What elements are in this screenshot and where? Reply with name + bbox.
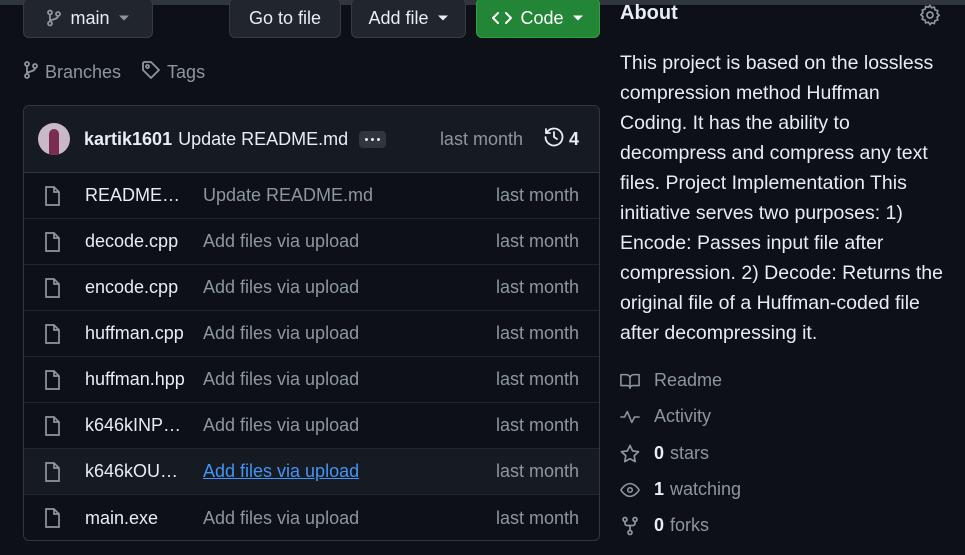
file-commit-message[interactable]: Add files via upload bbox=[203, 323, 359, 344]
file-icon bbox=[44, 231, 66, 252]
about-description: This project is based on the lossless co… bbox=[620, 52, 943, 344]
avatar[interactable] bbox=[38, 123, 70, 155]
forks-label: forks bbox=[670, 515, 710, 535]
file-name[interactable]: decode.cpp bbox=[85, 231, 185, 252]
branch-select-button[interactable]: main bbox=[23, 0, 153, 38]
tag-icon bbox=[141, 60, 161, 85]
readme-label: Readme bbox=[654, 370, 723, 390]
code-button[interactable]: Code bbox=[476, 0, 600, 38]
ref-links: Branches Tags bbox=[23, 60, 225, 84]
file-commit-time: last month bbox=[495, 507, 579, 528]
file-name[interactable]: k646kOUTPUT bbox=[85, 461, 185, 482]
book-icon bbox=[620, 372, 640, 390]
tags-link[interactable]: Tags bbox=[141, 60, 205, 85]
commit-time: last month bbox=[439, 128, 523, 149]
file-row[interactable]: k646kOUTPUT Add files via upload last mo… bbox=[24, 449, 599, 495]
git-branch-icon bbox=[23, 60, 39, 85]
file-commit-message[interactable]: Add files via upload bbox=[203, 369, 359, 390]
chevron-down-icon bbox=[572, 14, 584, 22]
file-commit-time: last month bbox=[495, 231, 579, 251]
file-commit-message[interactable]: Add files via upload bbox=[203, 508, 359, 529]
file-commit-time: last month bbox=[495, 369, 579, 389]
add-file-button[interactable]: Add file bbox=[351, 0, 466, 38]
file-commit-time: last month bbox=[495, 461, 579, 481]
file-row[interactable]: huffman.cpp Add files via upload last mo… bbox=[24, 311, 599, 357]
file-browser: kartik1601 Update README.md last month 4… bbox=[23, 105, 600, 541]
history-icon bbox=[543, 126, 565, 153]
file-name[interactable]: huffman.hpp bbox=[85, 369, 185, 390]
readme-link[interactable]: Readme bbox=[620, 370, 722, 391]
file-row[interactable]: k646kINPUT Add files via upload last mon… bbox=[24, 403, 599, 449]
code-icon bbox=[492, 11, 513, 25]
gear-icon[interactable] bbox=[919, 4, 941, 31]
stars-label: stars bbox=[670, 443, 710, 463]
file-icon bbox=[44, 369, 66, 390]
file-icon bbox=[44, 323, 66, 344]
file-row[interactable]: decode.cpp Add files via upload last mon… bbox=[24, 219, 599, 265]
code-label: Code bbox=[520, 7, 564, 28]
branches-link[interactable]: Branches bbox=[23, 60, 121, 85]
file-name[interactable]: README.md bbox=[85, 185, 185, 206]
file-icon bbox=[44, 508, 66, 528]
file-icon bbox=[44, 185, 66, 206]
file-commit-message[interactable]: Add files via upload bbox=[203, 277, 359, 298]
eye-icon bbox=[620, 482, 640, 498]
tags-label: Tags bbox=[167, 61, 206, 82]
forks-count: 0 bbox=[654, 515, 665, 535]
commit-count: 4 bbox=[568, 128, 579, 149]
watching-link[interactable]: 1 watching bbox=[620, 479, 741, 500]
file-name[interactable]: main.exe bbox=[85, 508, 185, 529]
pulse-icon bbox=[620, 408, 640, 426]
add-file-label: Add file bbox=[368, 7, 429, 28]
latest-commit-header: kartik1601 Update README.md last month 4 bbox=[24, 106, 599, 173]
file-commit-message[interactable]: Update README.md bbox=[203, 185, 373, 206]
file-commit-message[interactable]: Add files via upload bbox=[203, 231, 359, 252]
file-commit-message[interactable]: Add files via upload bbox=[203, 415, 359, 436]
branch-name: main bbox=[70, 7, 110, 28]
activity-label: Activity bbox=[654, 406, 712, 426]
file-commit-time: last month bbox=[495, 323, 579, 343]
file-commit-time: last month bbox=[495, 185, 579, 205]
branches-label: Branches bbox=[45, 61, 122, 82]
about-heading: About bbox=[620, 2, 678, 24]
commit-author[interactable]: kartik1601 bbox=[84, 129, 172, 150]
stars-count: 0 bbox=[654, 443, 665, 463]
file-icon bbox=[44, 415, 66, 436]
git-branch-icon bbox=[46, 9, 62, 27]
expand-commit-button[interactable] bbox=[359, 130, 387, 148]
chevron-down-icon bbox=[437, 14, 449, 22]
file-row[interactable]: huffman.hpp Add files via upload last mo… bbox=[24, 357, 599, 403]
fork-icon bbox=[620, 516, 640, 536]
file-name[interactable]: huffman.cpp bbox=[85, 323, 185, 344]
chevron-down-icon bbox=[118, 14, 130, 22]
file-row[interactable]: README.md Update README.md last month bbox=[24, 173, 599, 219]
watching-label: watching bbox=[670, 479, 742, 499]
activity-link[interactable]: Activity bbox=[620, 406, 711, 427]
watching-count: 1 bbox=[654, 479, 665, 499]
file-commit-time: last month bbox=[495, 415, 579, 435]
file-commit-message[interactable]: Add files via upload bbox=[203, 461, 359, 482]
stars-link[interactable]: 0 stars bbox=[620, 443, 709, 464]
commit-history-link[interactable]: 4 bbox=[543, 126, 579, 153]
file-name[interactable]: encode.cpp bbox=[85, 277, 185, 298]
forks-link[interactable]: 0 forks bbox=[620, 515, 709, 536]
go-to-file-label: Go to file bbox=[248, 7, 322, 28]
go-to-file-button[interactable]: Go to file bbox=[229, 0, 341, 38]
file-name[interactable]: k646kINPUT bbox=[85, 415, 185, 436]
file-icon bbox=[44, 277, 66, 298]
file-row[interactable]: encode.cpp Add files via upload last mon… bbox=[24, 265, 599, 311]
commit-message[interactable]: Update README.md bbox=[178, 129, 348, 150]
file-icon bbox=[44, 461, 66, 482]
file-row[interactable]: main.exe Add files via upload last month bbox=[24, 495, 599, 540]
file-commit-time: last month bbox=[495, 277, 579, 297]
star-icon bbox=[620, 444, 640, 464]
